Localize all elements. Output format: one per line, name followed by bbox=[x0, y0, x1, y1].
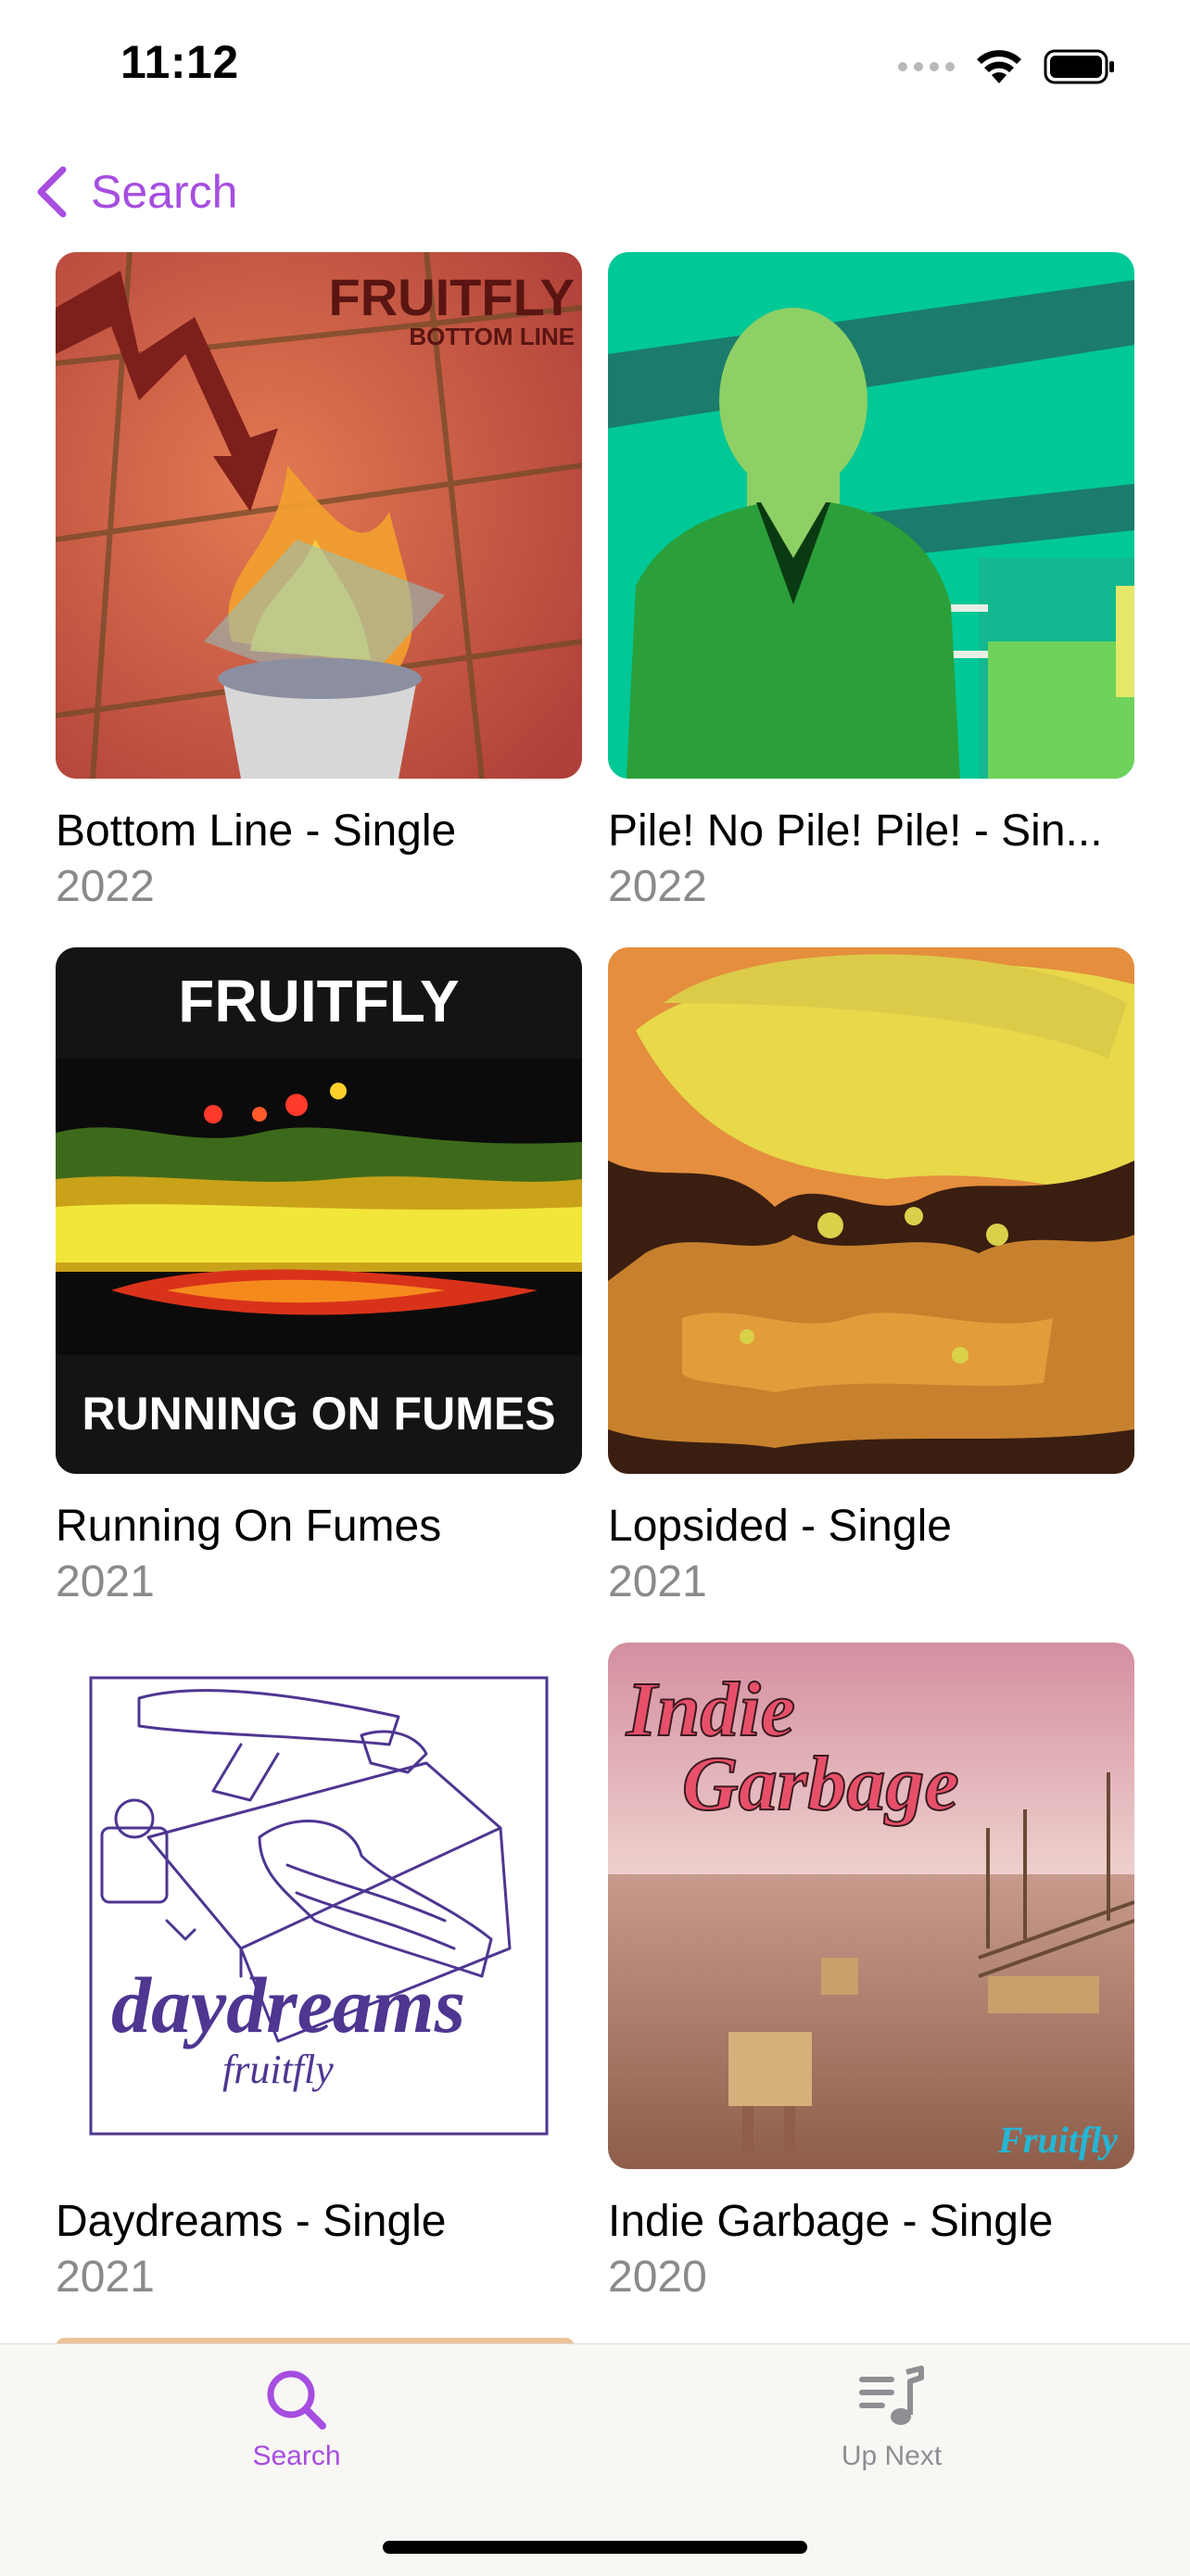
back-button-label: Search bbox=[91, 166, 238, 218]
album-year: 2021 bbox=[56, 1557, 155, 1606]
tab-label: Search bbox=[252, 2441, 341, 2471]
status-indicators bbox=[898, 46, 1116, 87]
album-year: 2020 bbox=[608, 2252, 707, 2302]
chevron-left-icon bbox=[37, 166, 67, 218]
album-tile[interactable]: Indie Garbage Fruitfly Indie Garbage - S… bbox=[608, 1643, 1134, 2304]
album-title: Daydreams - Single bbox=[56, 2197, 447, 2246]
back-button[interactable]: Search bbox=[33, 158, 237, 226]
album-tile[interactable]: Lopsided - Single 2021 bbox=[608, 947, 1134, 1609]
album-tile[interactable]: Pile! No Pile! Pile! - Sin... 2022 bbox=[608, 252, 1134, 914]
cover-text-artist: fruitfly bbox=[222, 2047, 334, 2092]
album-cover-art bbox=[608, 947, 1134, 1474]
cover-text-title: RUNNING ON FUMES bbox=[82, 1388, 555, 1440]
status-bar: 11:12 bbox=[0, 0, 1190, 130]
album-title: Indie Garbage - Single bbox=[608, 2197, 1054, 2246]
album-tile[interactable]: FRUITFLY RUNNING ON FUMES Running On Fum… bbox=[56, 947, 582, 1609]
album-title: Pile! No Pile! Pile! - Sin... bbox=[608, 806, 1103, 856]
album-year: 2021 bbox=[56, 2252, 155, 2302]
album-year: 2021 bbox=[608, 1557, 707, 1606]
cover-text-artist: Fruitfly bbox=[997, 2119, 1118, 2161]
status-time: 11:12 bbox=[120, 36, 239, 88]
album-cover-art: daydreams fruitfly bbox=[56, 1643, 582, 2169]
album-year: 2022 bbox=[56, 862, 155, 911]
cover-text-artist: FRUITFLY bbox=[178, 968, 459, 1034]
album-cover-art: Indie Garbage Fruitfly bbox=[608, 1643, 1134, 2169]
tab-search[interactable]: Search bbox=[158, 2363, 436, 2472]
album-tile[interactable]: daydreams fruitfly Daydreams - Single 20… bbox=[56, 1643, 582, 2304]
music-list-icon bbox=[859, 2366, 924, 2425]
wifi-icon bbox=[977, 50, 1021, 83]
tab-bar: Search Up Next bbox=[0, 2343, 1190, 2576]
album-tile[interactable]: FRUITFLY BOTTOM LINE Bottom Line - Singl… bbox=[56, 252, 582, 914]
album-title: Running On Fumes bbox=[56, 1502, 442, 1551]
tab-label: Up Next bbox=[841, 2441, 943, 2471]
home-indicator[interactable] bbox=[383, 2541, 807, 2554]
album-cover-art bbox=[608, 252, 1134, 779]
album-year: 2022 bbox=[608, 862, 707, 911]
album-cover-art: FRUITFLY RUNNING ON FUMES bbox=[56, 947, 582, 1474]
cover-text-artist: FRUITFLY bbox=[329, 268, 575, 326]
search-icon bbox=[267, 2370, 326, 2430]
album-cover-art: FRUITFLY BOTTOM LINE bbox=[56, 252, 582, 779]
album-title: Lopsided - Single bbox=[608, 1502, 952, 1551]
battery-icon bbox=[1044, 49, 1114, 84]
album-title: Bottom Line - Single bbox=[56, 806, 457, 856]
tab-up-next[interactable]: Up Next bbox=[753, 2363, 1031, 2472]
cover-text-title-2: Garbage bbox=[682, 1741, 959, 1827]
cover-text-title: daydreams bbox=[111, 1961, 465, 2049]
cover-text-title: BOTTOM LINE bbox=[409, 323, 575, 350]
cellular-signal-icon bbox=[898, 62, 955, 71]
